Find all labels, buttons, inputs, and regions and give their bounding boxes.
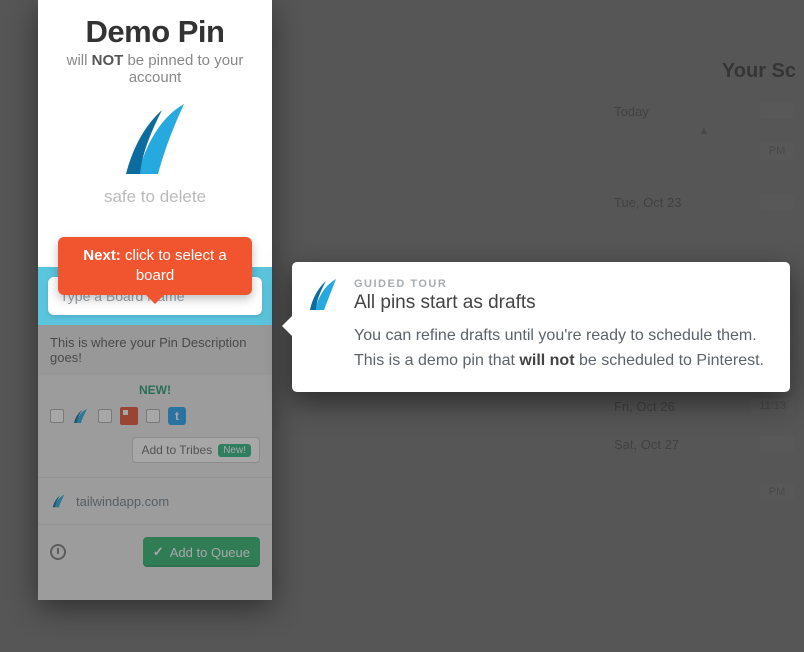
- tailwind-icon: [306, 276, 340, 317]
- add-to-queue-button[interactable]: ✓ Add to Queue: [143, 537, 260, 567]
- checkbox[interactable]: [146, 409, 160, 423]
- pin-lower-section: This is where your Pin Description goes!…: [38, 325, 272, 600]
- add-to-queue-label: Add to Queue: [170, 545, 250, 560]
- source-link-text: tailwindapp.com: [76, 494, 169, 509]
- tour-label: GUIDED TOUR: [354, 278, 770, 290]
- check-icon: ✓: [153, 544, 164, 560]
- checkbox[interactable]: [50, 409, 64, 423]
- tailwind-icon[interactable]: [72, 407, 90, 425]
- safe-to-delete-label: safe to delete: [46, 187, 264, 207]
- pin-subtitle: will NOT be pinned to your account: [46, 52, 264, 86]
- next-step-callout: Next: click to select a board: [58, 237, 252, 295]
- pin-title: Demo Pin: [46, 14, 264, 50]
- pin-footer: ✓ Add to Queue: [38, 524, 272, 579]
- new-badge-label: NEW!: [38, 375, 272, 399]
- schedule-time-icon[interactable]: [50, 544, 66, 560]
- app-icon[interactable]: [120, 407, 138, 425]
- add-to-tribes-button[interactable]: Add to Tribes New!: [132, 437, 260, 463]
- tailwind-logo-icon: [46, 96, 264, 181]
- twitter-icon[interactable]: t: [168, 407, 186, 425]
- new-badge: New!: [218, 444, 251, 457]
- tour-title: All pins start as drafts: [354, 292, 770, 314]
- add-to-tribes-label: Add to Tribes: [141, 443, 212, 457]
- pin-description[interactable]: This is where your Pin Description goes!: [38, 325, 272, 375]
- pin-header: Demo Pin will NOT be pinned to your acco…: [38, 0, 272, 211]
- tailwind-icon: [50, 492, 68, 510]
- share-icons-row: t: [38, 399, 272, 437]
- tour-body: You can refine drafts until you're ready…: [354, 324, 770, 374]
- source-link-row[interactable]: tailwindapp.com: [38, 477, 272, 524]
- guided-tour-popover: GUIDED TOUR All pins start as drafts You…: [292, 262, 790, 392]
- pin-card: Demo Pin will NOT be pinned to your acco…: [38, 0, 272, 600]
- checkbox[interactable]: [98, 409, 112, 423]
